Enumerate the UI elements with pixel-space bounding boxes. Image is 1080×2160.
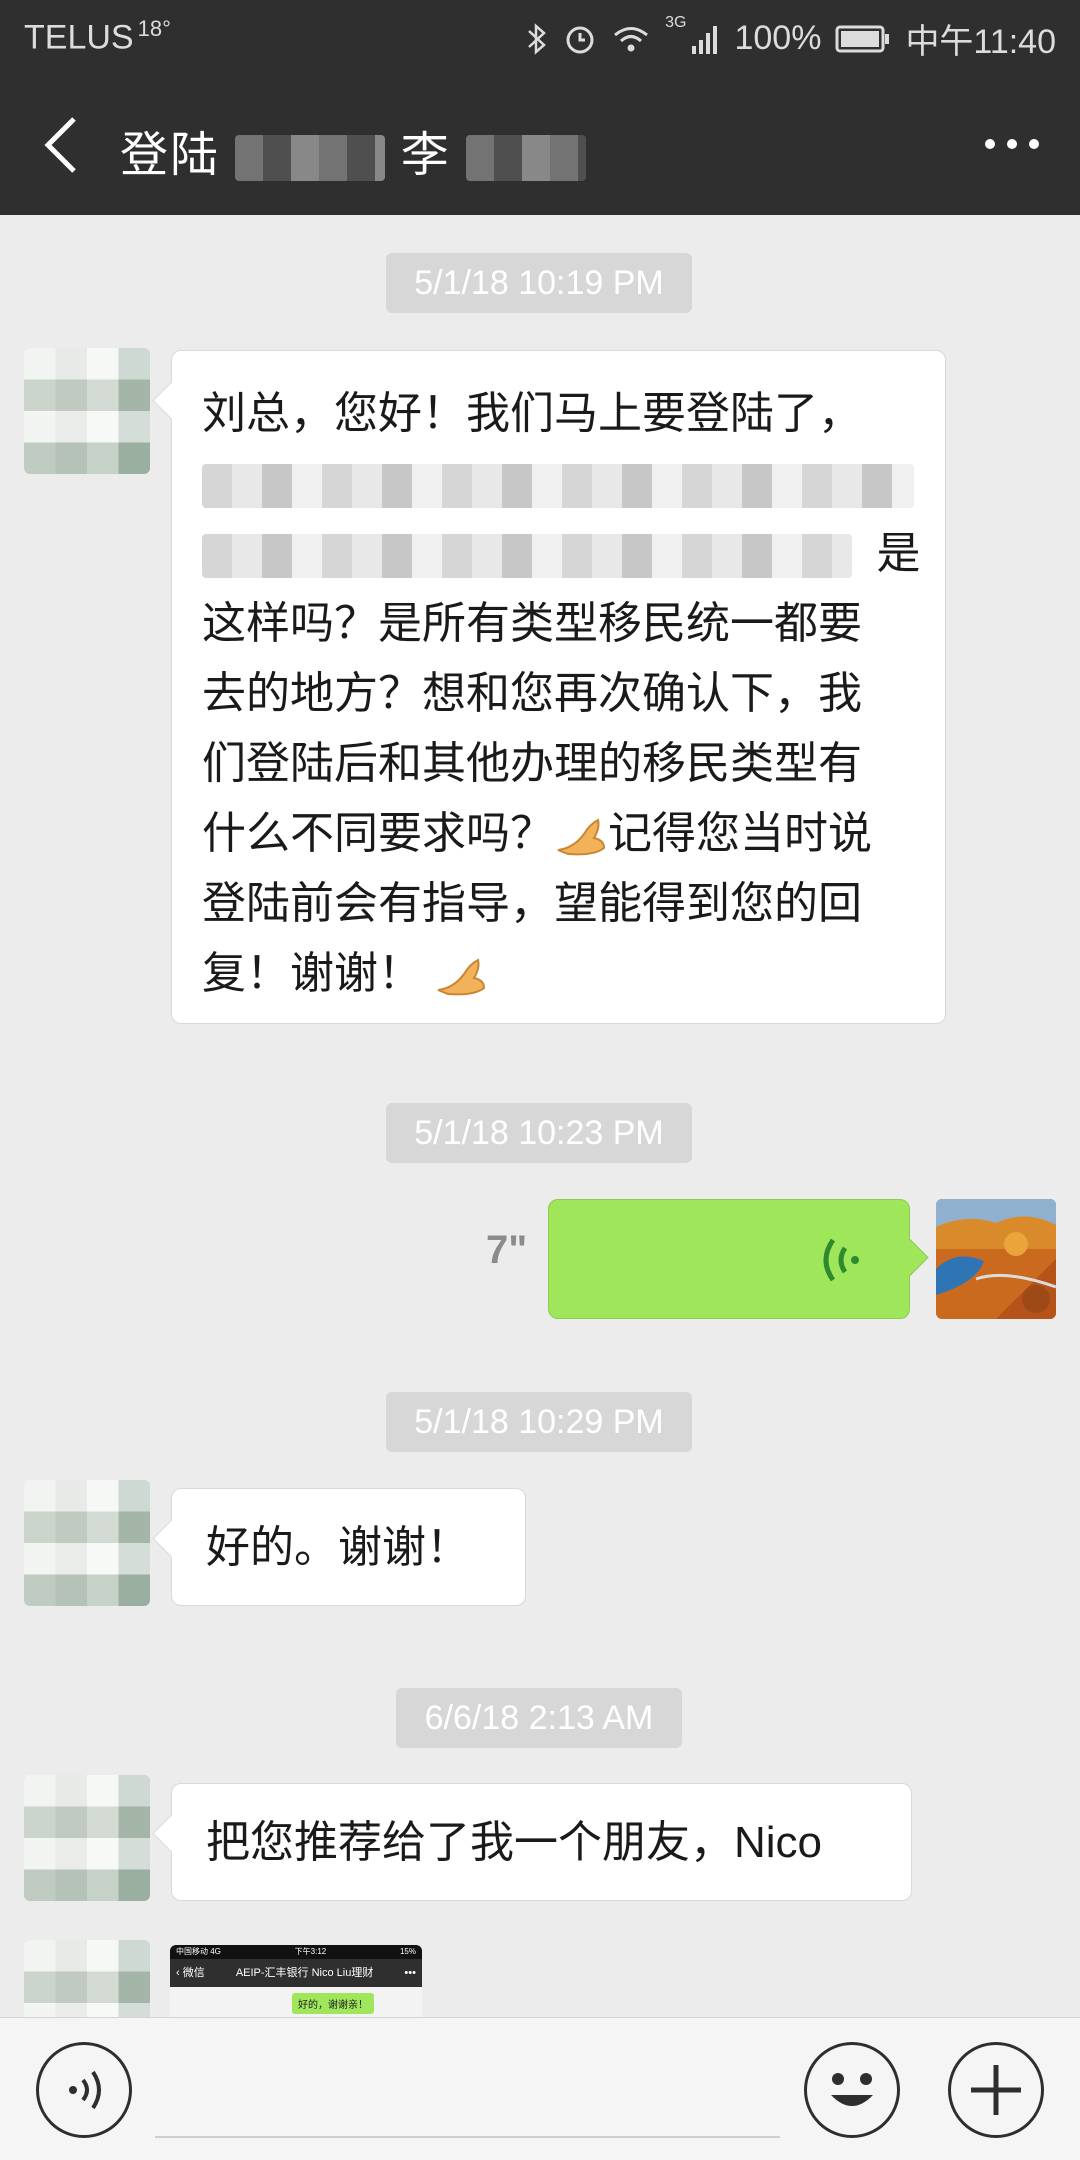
- thumb-carrier: 中国移动 4G: [176, 1947, 221, 1956]
- voice-duration: 7": [486, 1228, 528, 1272]
- voice-message[interactable]: [548, 1199, 910, 1319]
- redacted-name-2: [466, 135, 587, 182]
- thumb-battery: 15%: [399, 1947, 416, 1956]
- redacted-name: [235, 135, 386, 182]
- message-text: 是: [876, 529, 921, 578]
- battery-icon: [835, 25, 890, 52]
- thumb-more-icon: •••: [404, 1967, 416, 1979]
- timestamp: 5/1/18 10:23 PM: [386, 1103, 692, 1163]
- clock: 中午11:40: [905, 23, 1056, 61]
- message-line: 这样吗？是所有类型移民统一都要: [202, 599, 862, 648]
- title-middle: 李: [400, 129, 451, 182]
- status-icons: 3G 100% 中午11:40: [525, 14, 1056, 63]
- thumb-message: 好的，谢谢亲！: [292, 1993, 374, 2014]
- thumb-back: ‹ 微信: [176, 1967, 205, 1979]
- title-bar: 登陆 李: [0, 85, 1080, 205]
- alarm-icon: [566, 26, 594, 53]
- battery-percent: 100%: [734, 19, 822, 57]
- message-bubble[interactable]: 好的。谢谢！: [171, 1488, 526, 1606]
- message-text: 好的。谢谢！: [206, 1523, 470, 1572]
- carrier-name: TELUS: [24, 18, 134, 57]
- message-line-redacted: [202, 449, 915, 519]
- message-line: 登陆前会有指导，望能得到您的回: [202, 879, 862, 928]
- message-bubble[interactable]: 把您推荐给了我一个朋友，Nico: [171, 1783, 912, 1901]
- avatar[interactable]: [24, 348, 150, 474]
- message-line: 什么不同要求吗？ 记得您当时说: [202, 799, 915, 869]
- thumb-time: 下午3:12: [294, 1947, 327, 1956]
- status-bar: TELUS 18° 3G 100% 中午11:40: [0, 0, 1080, 75]
- title-prefix: 登陆: [120, 129, 221, 182]
- hand-emoji-icon: [437, 958, 486, 996]
- carrier-label: TELUS 18°: [24, 16, 171, 57]
- wifi-icon: [614, 26, 649, 51]
- my-avatar[interactable]: [936, 1199, 1056, 1319]
- landscape-avatar-image: [936, 1199, 1056, 1319]
- network-type: 3G: [665, 14, 687, 31]
- avatar[interactable]: [24, 1775, 150, 1901]
- message-line: 去的地方？想和您再次确认下，我: [202, 669, 862, 718]
- thumb-title-bar: ‹ 微信 AEIP-汇丰银行 Nico Liu理财 •••: [170, 1959, 422, 1987]
- plus-icon[interactable]: [948, 2042, 1044, 2138]
- message-input[interactable]: [155, 2136, 780, 2138]
- input-bar: [0, 2017, 1080, 2160]
- message-bubble[interactable]: 刘总，您好！我们马上要登陆了， 是 这样吗？是所有类型移民统一都要 去的地方？想…: [171, 350, 946, 1024]
- signal-icon: [692, 25, 718, 54]
- more-icon[interactable]: [982, 129, 1042, 159]
- chat-title: 登陆 李: [120, 115, 587, 185]
- hand-emoji-icon: [557, 818, 606, 856]
- timestamp: 5/1/18 10:19 PM: [386, 253, 692, 313]
- message-text: 什么不同要求吗？: [202, 809, 554, 858]
- voice-input-icon[interactable]: [36, 2042, 132, 2138]
- message-text: 记得您当时说: [608, 809, 872, 858]
- timestamp: 5/1/18 10:29 PM: [386, 1392, 692, 1452]
- message-line: 们登陆后和其他办理的移民类型有: [202, 739, 862, 788]
- chevron-left-icon[interactable]: [38, 113, 88, 177]
- message-line: 复！谢谢！: [202, 939, 915, 1009]
- temperature: 18°: [137, 16, 171, 41]
- thumb-title: AEIP-汇丰银行 Nico Liu理财: [235, 1967, 374, 1979]
- message-line: 刘总，您好！我们马上要登陆了，: [202, 389, 862, 438]
- bluetooth-icon: [528, 22, 546, 55]
- emoji-icon[interactable]: [804, 2042, 900, 2138]
- message-line: 是: [202, 519, 920, 589]
- timestamp: 6/6/18 2:13 AM: [396, 1688, 682, 1748]
- thumb-back-label: 微信: [182, 1967, 205, 1979]
- top-bar: TELUS 18° 3G 100% 中午11:40 登陆 李: [0, 0, 1080, 215]
- message-text: 把您推荐给了我一个朋友，Nico: [206, 1818, 823, 1867]
- voice-wave-icon: [823, 1238, 859, 1282]
- message-text: 复！谢谢！: [202, 949, 422, 998]
- avatar[interactable]: [24, 1480, 150, 1606]
- thumb-status-bar: 中国移动 4G 下午3:12 15%: [170, 1945, 422, 1959]
